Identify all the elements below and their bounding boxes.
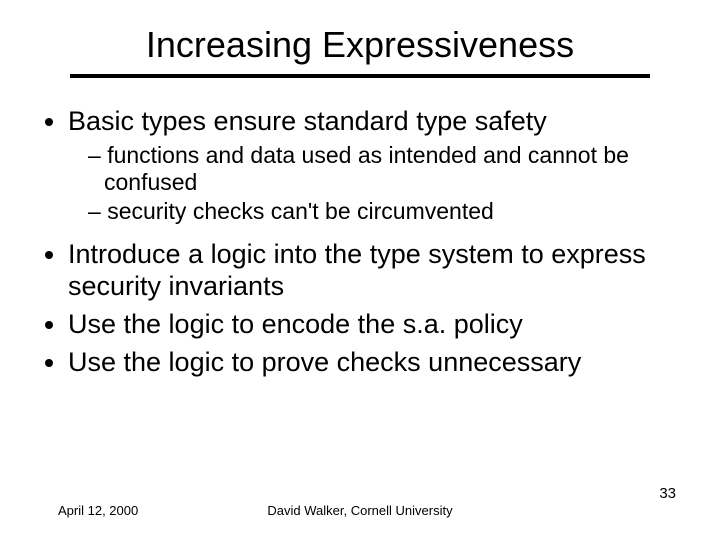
- sub-bullet-item: functions and data used as intended and …: [88, 142, 680, 196]
- bullet-text: Basic types ensure standard type safety: [68, 106, 547, 136]
- sub-bullet-list: functions and data used as intended and …: [68, 142, 680, 225]
- bullet-item: Introduce a logic into the type system t…: [68, 239, 680, 303]
- bullet-item: Basic types ensure standard type safety …: [68, 106, 680, 225]
- bullet-item: Use the logic to encode the s.a. policy: [68, 309, 680, 341]
- slide-body: Basic types ensure standard type safety …: [40, 106, 680, 379]
- bullet-list: Basic types ensure standard type safety …: [40, 106, 680, 379]
- title-area: Increasing Expressiveness: [40, 24, 680, 78]
- footer-author: David Walker, Cornell University: [0, 503, 720, 518]
- slide-title: Increasing Expressiveness: [142, 24, 578, 72]
- sub-bullet-item: security checks can't be circumvented: [88, 198, 680, 225]
- title-underline: [70, 74, 650, 78]
- bullet-item: Use the logic to prove checks unnecessar…: [68, 347, 680, 379]
- slide: Increasing Expressiveness Basic types en…: [0, 0, 720, 540]
- page-number: 33: [659, 485, 676, 502]
